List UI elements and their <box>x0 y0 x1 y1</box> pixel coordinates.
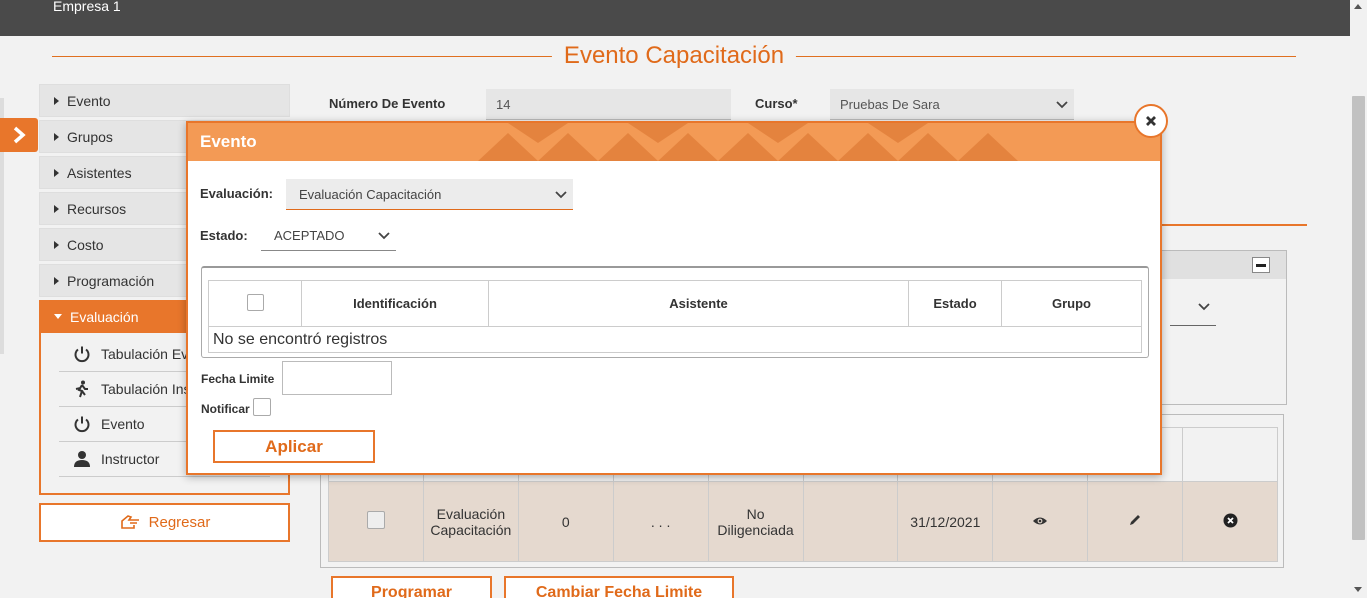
attendees-table-box: Identificación Asistente Estado Grupo No… <box>201 266 1149 358</box>
state-label: Estado: <box>200 228 248 243</box>
select-all-checkbox[interactable] <box>246 293 264 311</box>
evaluation-select[interactable]: Evaluación Capacitación <box>286 179 573 210</box>
row-select-cell <box>328 481 424 562</box>
close-icon <box>1146 116 1156 126</box>
evaluation-cell: Evaluación Capacitación <box>422 481 519 562</box>
caret-right-icon <box>54 276 59 285</box>
dots-cell: . . . <box>612 481 709 562</box>
minus-icon <box>1256 263 1266 267</box>
state-select-value: ACEPTADO <box>274 227 345 243</box>
cambiar-fecha-limite-button[interactable]: Cambiar Fecha Limite <box>504 576 734 598</box>
user-icon <box>73 450 91 468</box>
filter-panel-header <box>1160 251 1286 279</box>
view-cell <box>992 481 1089 562</box>
table-row: Evaluación Capacitación 0 . . . No Dilig… <box>328 481 1278 562</box>
status-cell: No Diligenciada <box>707 481 804 562</box>
course-select-value: Pruebas De Sara <box>840 96 940 112</box>
count-cell: 0 <box>517 481 614 562</box>
empty-message: No se encontró registros <box>208 326 1142 353</box>
deadline-input[interactable] <box>282 361 392 395</box>
notify-checkbox[interactable] <box>253 398 271 416</box>
table-header-row: Identificación Asistente Estado Grupo <box>208 280 1142 327</box>
delete-cell <box>1182 481 1278 562</box>
page-title: Evento Capacitación <box>551 42 797 70</box>
top-bar: Empresa 1 <box>0 0 1350 36</box>
submenu-item-label: Instructor <box>101 451 160 467</box>
page-scrollbar[interactable] <box>1350 0 1367 598</box>
chevron-down-icon <box>1056 101 1068 109</box>
column-header-identificacion[interactable]: Identificación <box>301 280 489 327</box>
modal-header: Evento <box>188 123 1160 161</box>
close-circle-icon[interactable] <box>1223 513 1238 528</box>
evaluation-label: Evaluación: <box>200 186 273 201</box>
sidebar-item-label: Grupos <box>67 128 113 145</box>
sidebar-item-label: Programación <box>67 272 155 289</box>
chevron-down-icon[interactable] <box>1198 303 1210 311</box>
page-title-bar: Evento Capacitación <box>52 40 1296 72</box>
event-number-field[interactable]: 14 <box>486 89 731 120</box>
programar-button[interactable]: Programar <box>331 576 492 598</box>
scrollbar-thumb[interactable] <box>1352 96 1365 540</box>
sidebar-item-label: Evaluación <box>70 308 139 325</box>
eye-icon[interactable] <box>1032 515 1048 527</box>
empty-row: No se encontró registros <box>208 326 1142 353</box>
select-underline <box>1170 325 1216 326</box>
filter-panel <box>1160 250 1287 405</box>
chevron-down-icon <box>555 191 567 199</box>
walking-person-icon <box>73 380 91 398</box>
sidebar-item-label: Evento <box>67 92 111 109</box>
back-button[interactable]: Regresar <box>39 503 290 542</box>
chevron-right-icon <box>13 126 26 144</box>
chevron-down-icon <box>378 232 390 240</box>
modal-title: Evento <box>200 132 257 151</box>
column-header-estado[interactable]: Estado <box>908 280 1002 327</box>
pencil-icon[interactable] <box>1128 513 1142 527</box>
apply-button[interactable]: Aplicar <box>213 430 375 463</box>
submenu-item-label: Evento <box>101 416 145 432</box>
power-icon <box>73 415 91 433</box>
sidebar-toggle-button[interactable] <box>0 118 38 152</box>
sidebar-item-label: Costo <box>67 236 104 253</box>
attendees-table: Identificación Asistente Estado Grupo No… <box>208 280 1142 353</box>
course-select[interactable]: Pruebas De Sara <box>830 89 1074 120</box>
evaluation-select-value: Evaluación Capacitación <box>299 186 442 202</box>
header-pattern <box>478 123 1018 161</box>
column-header-asistente[interactable]: Asistente <box>488 280 909 327</box>
column-header-grupo[interactable]: Grupo <box>1001 280 1142 327</box>
section-divider <box>1162 224 1307 226</box>
row-checkbox[interactable] <box>366 511 385 529</box>
caret-right-icon <box>54 132 59 141</box>
sidebar-item-evento[interactable]: Evento <box>39 84 290 117</box>
caret-right-icon <box>54 204 59 213</box>
sidebar-item-label: Asistentes <box>67 164 132 181</box>
event-number-label: Número De Evento <box>329 96 446 111</box>
state-select[interactable]: ACEPTADO <box>261 220 396 251</box>
modal-close-button[interactable] <box>1134 104 1168 138</box>
sidebar-item-label: Recursos <box>67 200 127 217</box>
caret-right-icon <box>54 96 59 105</box>
scroll-up-icon[interactable] <box>1354 4 1362 9</box>
hand-pointing-left-icon <box>120 514 139 529</box>
course-label: Curso* <box>755 96 798 111</box>
edit-cell <box>1087 481 1184 562</box>
caret-right-icon <box>54 168 59 177</box>
select-all-cell <box>208 280 302 327</box>
date-cell: 31/12/2021 <box>897 481 994 562</box>
caret-right-icon <box>54 240 59 249</box>
company-name: Empresa 1 <box>53 0 121 14</box>
collapse-button[interactable] <box>1252 257 1270 273</box>
header-cell <box>1182 427 1278 482</box>
deadline-label: Fecha Limite <box>201 372 275 386</box>
event-modal: Evento Evaluación: Evaluación Capacitaci… <box>186 121 1162 475</box>
notify-label: Notificar <box>201 402 250 416</box>
caret-down-icon <box>54 314 62 319</box>
scroll-down-icon[interactable] <box>1354 587 1362 592</box>
empty-cell <box>802 481 899 562</box>
power-icon <box>73 345 91 363</box>
back-button-label: Regresar <box>148 514 211 531</box>
